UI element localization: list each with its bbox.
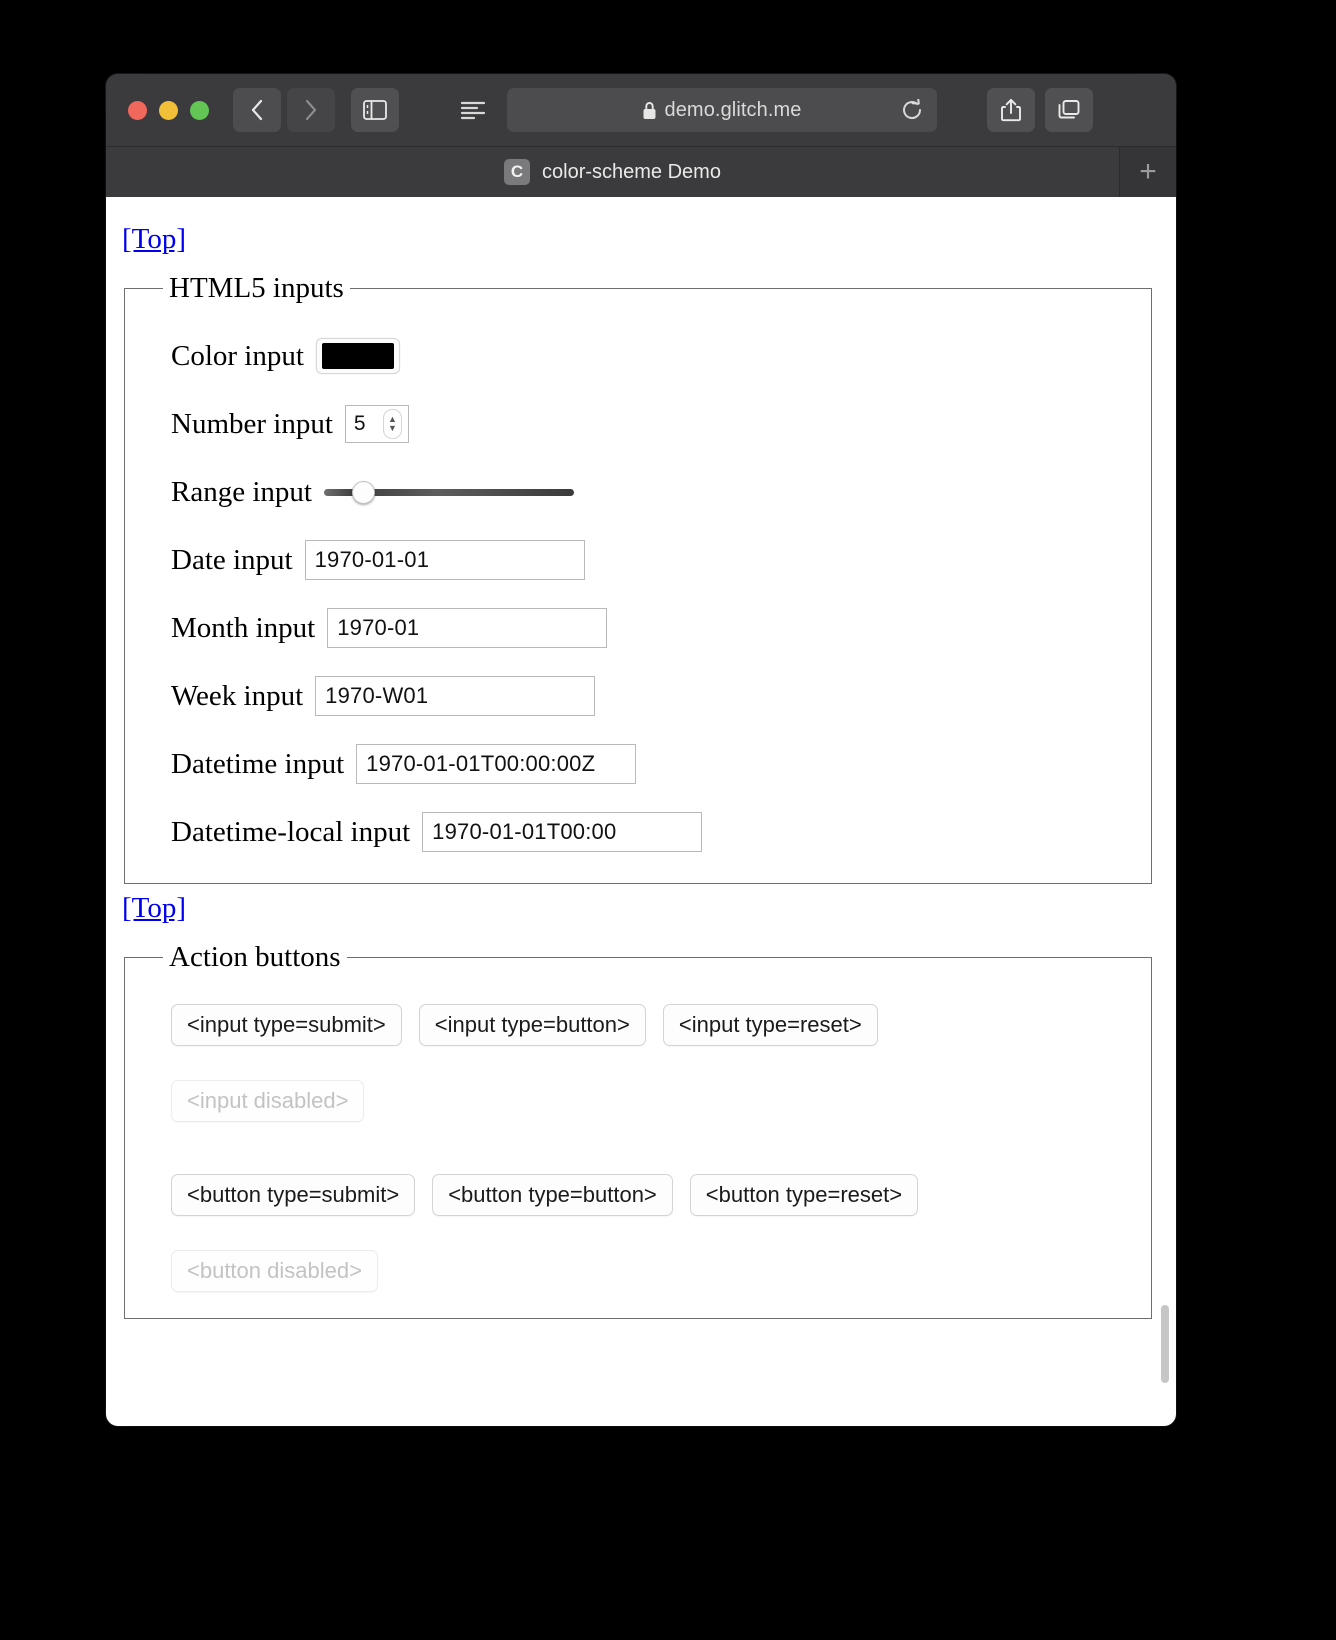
label-datetime-local-input: Datetime-local input bbox=[171, 815, 411, 848]
label-week-input: Week input bbox=[171, 679, 304, 712]
label-datetime-input: Datetime input bbox=[171, 747, 345, 780]
maximize-window-button[interactable] bbox=[190, 100, 209, 120]
datetime-local-input[interactable]: 1970-01-01T00:00 bbox=[422, 812, 703, 852]
forward-button[interactable] bbox=[287, 88, 335, 132]
page-content: [Top] HTML5 inputs Color input Number in… bbox=[106, 197, 1176, 1426]
tab-bar: C color-scheme Demo + bbox=[106, 146, 1176, 197]
url-text: demo.glitch.me bbox=[664, 98, 802, 121]
sidebar-toggle-button[interactable] bbox=[351, 88, 399, 132]
url-display: demo.glitch.me bbox=[642, 99, 801, 122]
fieldset-legend-action-buttons: Action buttons bbox=[169, 941, 341, 973]
label-month-input: Month input bbox=[171, 611, 316, 644]
new-tab-button[interactable]: + bbox=[1120, 147, 1176, 197]
address-bar[interactable]: demo.glitch.me bbox=[507, 88, 937, 132]
navigation-buttons bbox=[233, 88, 335, 132]
date-input[interactable]: 1970-01-01 bbox=[304, 540, 585, 580]
minimize-window-button[interactable] bbox=[159, 100, 178, 120]
color-input[interactable] bbox=[315, 338, 400, 374]
chevron-left-icon bbox=[251, 99, 263, 121]
page-viewport: [Top] HTML5 inputs Color input Number in… bbox=[106, 197, 1176, 1426]
button-reset-button[interactable]: <button type=reset> bbox=[689, 1174, 919, 1216]
chevron-right-icon bbox=[305, 99, 317, 121]
tab-overview-button[interactable] bbox=[1045, 88, 1093, 132]
tab-title: color-scheme Demo bbox=[542, 160, 721, 183]
field-color-input: Color input bbox=[171, 335, 1131, 377]
share-icon bbox=[1001, 98, 1021, 122]
reload-icon bbox=[903, 99, 921, 119]
fieldset-html5-inputs: HTML5 inputs Color input Number input 5 … bbox=[124, 272, 1152, 884]
label-number-input: Number input bbox=[171, 407, 333, 440]
lock-icon bbox=[643, 101, 656, 119]
button-disabled-button: <button disabled> bbox=[171, 1250, 378, 1292]
tab-overview-icon bbox=[1058, 100, 1080, 119]
back-button[interactable] bbox=[233, 88, 281, 132]
reader-icon bbox=[460, 101, 486, 120]
field-date-input: Date input 1970-01-01 bbox=[171, 539, 1131, 581]
number-input-value: 5 bbox=[353, 412, 366, 435]
field-range-input: Range input bbox=[171, 471, 1131, 513]
button-elements-row: <button type=submit> <button type=button… bbox=[171, 1174, 951, 1292]
toolbar-right-buttons bbox=[987, 88, 1093, 132]
color-swatch bbox=[321, 343, 394, 369]
label-range-input: Range input bbox=[171, 475, 312, 508]
label-date-input: Date input bbox=[171, 543, 293, 576]
browser-window: demo.glitch.me C color-scheme Demo + [To… bbox=[106, 74, 1176, 1426]
page-scrollbar[interactable] bbox=[1160, 197, 1170, 1426]
scrollbar-thumb[interactable] bbox=[1161, 1305, 1169, 1383]
input-reset-button[interactable]: <input type=reset> bbox=[662, 1004, 878, 1046]
input-submit-button[interactable]: <input type=submit> bbox=[171, 1004, 402, 1046]
field-week-input: Week input 1970-W01 bbox=[171, 675, 1131, 717]
favicon-icon: C bbox=[504, 159, 531, 185]
reader-view-button[interactable] bbox=[449, 88, 497, 132]
stepper-up-icon[interactable]: ▲ bbox=[388, 415, 397, 424]
browser-toolbar: demo.glitch.me bbox=[106, 74, 1176, 146]
month-input[interactable]: 1970-01 bbox=[327, 608, 608, 648]
range-thumb[interactable] bbox=[351, 480, 375, 504]
reload-button[interactable] bbox=[901, 99, 923, 121]
field-datetime-input: Datetime input 1970-01-01T00:00:00Z bbox=[171, 743, 1131, 785]
close-window-button[interactable] bbox=[128, 100, 147, 120]
fieldset-legend-html5-inputs: HTML5 inputs bbox=[169, 272, 344, 304]
input-buttons-row: <input type=submit> <input type=button> … bbox=[171, 1004, 951, 1122]
tab-color-scheme-demo[interactable]: C color-scheme Demo bbox=[106, 147, 1120, 197]
number-input[interactable]: 5 ▲ ▼ bbox=[344, 405, 409, 443]
top-link-1[interactable]: [Top] bbox=[122, 223, 186, 256]
week-input[interactable]: 1970-W01 bbox=[315, 676, 596, 716]
sidebar-icon bbox=[363, 100, 387, 120]
range-input[interactable] bbox=[323, 480, 574, 504]
label-color-input: Color input bbox=[171, 339, 304, 372]
button-submit-button[interactable]: <button type=submit> bbox=[171, 1174, 416, 1216]
field-number-input: Number input 5 ▲ ▼ bbox=[171, 403, 1131, 445]
field-datetime-local-input: Datetime-local input 1970-01-01T00:00 bbox=[171, 811, 1131, 853]
input-button-button[interactable]: <input type=button> bbox=[418, 1004, 646, 1046]
window-controls bbox=[128, 100, 209, 120]
number-stepper[interactable]: ▲ ▼ bbox=[382, 409, 402, 439]
field-month-input: Month input 1970-01 bbox=[171, 607, 1131, 649]
button-button-button[interactable]: <button type=button> bbox=[432, 1174, 673, 1216]
datetime-input[interactable]: 1970-01-01T00:00:00Z bbox=[356, 744, 637, 784]
input-disabled-button: <input disabled> bbox=[171, 1080, 365, 1122]
top-link-2[interactable]: [Top] bbox=[122, 892, 186, 925]
stepper-down-icon[interactable]: ▼ bbox=[388, 424, 397, 433]
fieldset-action-buttons: Action buttons <input type=submit> <inpu… bbox=[124, 941, 1152, 1319]
share-button[interactable] bbox=[987, 88, 1035, 132]
